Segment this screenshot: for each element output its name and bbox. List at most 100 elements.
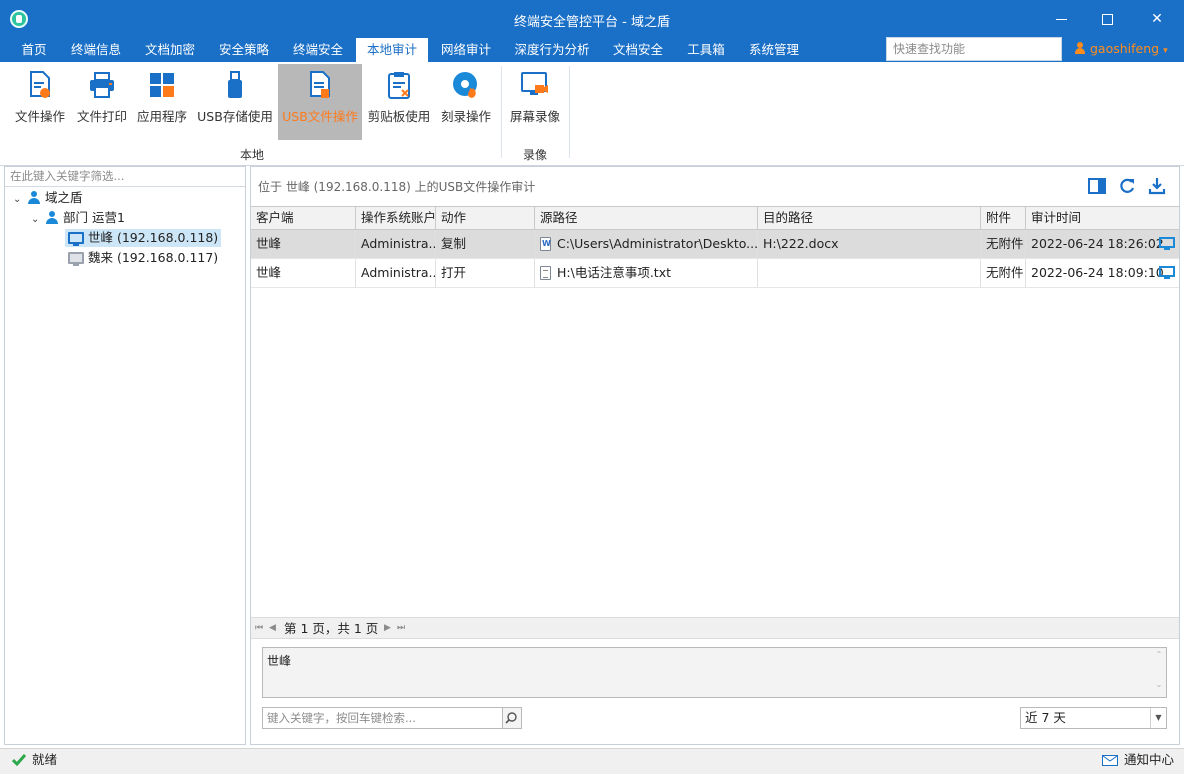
cell-attachment: 无附件 — [981, 259, 1026, 287]
cell-time: 2022-06-24 18:26:02 — [1026, 230, 1179, 258]
chevron-down-icon[interactable]: ▼ — [1150, 708, 1166, 728]
ribbon-label: 文件打印 — [76, 109, 127, 124]
ribbon-separator — [569, 66, 570, 158]
monitor-icon[interactable] — [1159, 237, 1175, 250]
tree-node-terminal-shifeng[interactable]: 世峰 (192.168.0.118) — [65, 229, 222, 247]
col-header-action[interactable]: 动作 — [436, 207, 535, 229]
department-icon — [45, 211, 59, 224]
ribbon-usb-storage[interactable]: USB存储使用 — [196, 64, 274, 140]
cell-source-text: C:\Users\Administrator\Deskto... — [557, 236, 758, 251]
cell-time-text: 2022-06-24 18:26:02 — [1031, 236, 1164, 251]
ribbon-separator — [501, 66, 502, 158]
cell-time: 2022-06-24 18:09:10 — [1026, 259, 1179, 287]
tab-doc-security[interactable]: 文档安全 — [602, 38, 674, 62]
ribbon-label: 文件操作 — [14, 109, 65, 124]
minimize-icon — [1055, 18, 1067, 20]
ribbon-file-operation[interactable]: 文件操作 — [12, 64, 68, 140]
maximize-icon — [1101, 13, 1113, 25]
ribbon-file-print[interactable]: 文件打印 — [74, 64, 130, 140]
column-chooser-icon[interactable] — [1088, 177, 1106, 195]
tab-behavior-analysis[interactable]: 深度行为分析 — [504, 38, 600, 62]
close-button[interactable]: ✕ — [1134, 0, 1180, 38]
col-header-source[interactable]: 源路径 — [535, 207, 758, 229]
quick-search-input[interactable]: 快速查找功能 — [886, 37, 1062, 61]
keyword-search-input[interactable]: 键入关键字，按回车键检索... — [262, 707, 503, 729]
col-header-time[interactable]: 审计时间 — [1026, 207, 1179, 229]
minimize-button[interactable] — [1038, 0, 1084, 38]
computer-online-icon — [68, 232, 84, 246]
col-header-account[interactable]: 操作系统账户 — [356, 207, 436, 229]
ribbon-clipboard[interactable]: 剪贴板使用 — [366, 64, 432, 140]
tab-security-policy[interactable]: 安全策略 — [208, 38, 280, 62]
tree-node-terminal-weilai[interactable]: 魏来 (192.168.0.117) — [68, 249, 218, 267]
first-page-icon[interactable]: ⏮ — [255, 618, 263, 639]
cell-destination — [758, 259, 981, 287]
notification-center[interactable]: 通知中心 — [1124, 749, 1174, 771]
location-text: 位于 世峰 (192.168.0.118) 上的USB文件操作审计 — [258, 180, 536, 194]
last-page-icon[interactable]: ⏭ — [397, 618, 405, 639]
group-icon — [27, 191, 41, 204]
col-header-client[interactable]: 客户端 — [251, 207, 356, 229]
cell-source: C:\Users\Administrator\Deskto... — [535, 230, 758, 258]
col-header-attachment[interactable]: 附件 — [981, 207, 1026, 229]
screen-record-icon — [521, 72, 548, 95]
cell-source-text: H:\电话注意事项.txt — [557, 265, 671, 280]
usb-drive-icon — [228, 71, 242, 98]
detail-text: 世峰 — [267, 654, 292, 668]
cell-action: 复制 — [436, 230, 535, 258]
audit-panel: 位于 世峰 (192.168.0.118) 上的USB文件操作审计 客户端 操作… — [250, 166, 1180, 745]
monitor-icon[interactable] — [1159, 266, 1175, 279]
detail-scrollbar[interactable]: ⌃ ⌄ — [1154, 650, 1164, 695]
user-menu[interactable]: gaoshifeng ▾ — [1074, 40, 1168, 60]
refresh-icon[interactable] — [1118, 177, 1136, 195]
ribbon-applications[interactable]: 应用程序 — [134, 64, 190, 140]
date-range-value: 近 7 天 — [1025, 710, 1066, 725]
tab-doc-encrypt[interactable]: 文档加密 — [134, 38, 206, 62]
ribbon-usb-file-operation[interactable]: USB文件操作 — [278, 64, 362, 140]
pager: ⏮ ◀ 第 1 页，共 1 页 ▶ ⏭ — [251, 617, 1179, 639]
ribbon-label: USB存储使用 — [197, 109, 273, 124]
mail-icon[interactable] — [1102, 755, 1118, 766]
col-header-destination[interactable]: 目的路径 — [758, 207, 981, 229]
table-row[interactable]: 世峰 Administra... 复制 C:\Users\Administrat… — [251, 230, 1179, 259]
next-page-icon[interactable]: ▶ — [384, 618, 391, 639]
ribbon-disc-burn[interactable]: 刻录操作 — [436, 64, 496, 140]
tab-network-audit[interactable]: 网络审计 — [430, 38, 502, 62]
cell-attachment: 无附件 — [981, 230, 1026, 258]
tab-terminal-security[interactable]: 终端安全 — [282, 38, 354, 62]
page-info: 第 1 页，共 1 页 — [284, 621, 379, 636]
tree-filter-input[interactable]: 在此键入关键字筛选... — [5, 167, 245, 187]
cell-destination: H:\222.docx — [758, 230, 981, 258]
download-icon[interactable] — [1148, 177, 1166, 195]
tab-local-audit[interactable]: 本地审计 — [356, 38, 428, 62]
status-text: 就绪 — [32, 752, 58, 767]
tab-home[interactable]: 首页 — [10, 38, 58, 62]
status-bar: 就绪 通知中心 — [0, 748, 1184, 774]
date-range-select[interactable]: 近 7 天 ▼ — [1020, 707, 1167, 729]
maximize-button[interactable] — [1084, 0, 1130, 38]
username: gaoshifeng — [1090, 41, 1160, 56]
file-operation-icon — [30, 71, 50, 98]
chevron-down-icon[interactable]: ⌄ — [13, 191, 27, 209]
tree-node-label: 世峰 (192.168.0.118) — [88, 230, 219, 245]
ribbon-screen-record[interactable]: 屏幕录像 — [506, 64, 564, 140]
tab-terminal-info[interactable]: 终端信息 — [60, 38, 132, 62]
ribbon-label: 刻录操作 — [440, 109, 491, 124]
title-bar: 终端安全管控平台 - 域之盾 ✕ — [0, 0, 1184, 38]
table-row[interactable]: 世峰 Administra... 打开 H:\电话注意事项.txt 无附件 20… — [251, 259, 1179, 288]
tab-system-admin[interactable]: 系统管理 — [738, 38, 810, 62]
table-header: 客户端 操作系统账户 动作 源路径 目的路径 附件 审计时间 — [251, 206, 1179, 230]
ribbon-label: 应用程序 — [136, 109, 187, 124]
tree-node-department[interactable]: ⌄ 部门 运营1 — [31, 209, 125, 227]
search-button[interactable] — [503, 707, 522, 729]
tree-node-domain[interactable]: ⌄ 域之盾 — [13, 189, 83, 207]
user-dropdown-icon: ▾ — [1163, 46, 1168, 56]
clipboard-icon — [388, 72, 410, 99]
apps-grid-icon — [150, 73, 174, 97]
detail-textarea[interactable]: 世峰 ⌃ ⌄ — [262, 647, 1167, 698]
tab-toolbox[interactable]: 工具箱 — [676, 38, 736, 62]
cell-client: 世峰 — [251, 259, 356, 287]
word-file-icon — [540, 237, 551, 251]
chevron-down-icon[interactable]: ⌄ — [31, 211, 45, 229]
prev-page-icon[interactable]: ◀ — [269, 618, 276, 639]
